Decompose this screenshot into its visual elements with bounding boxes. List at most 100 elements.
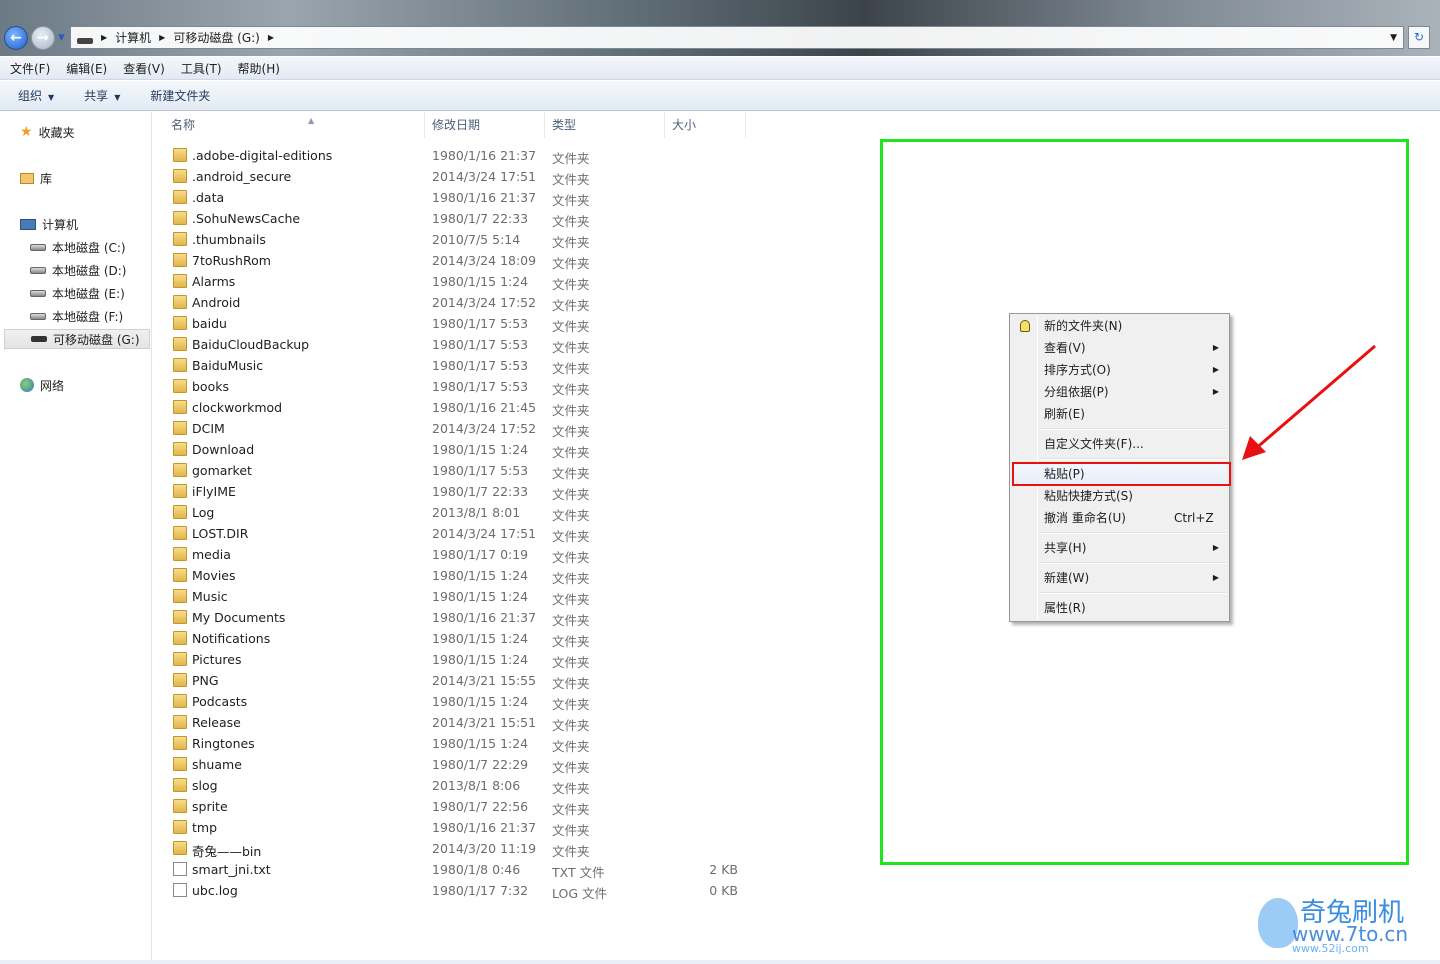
share-button[interactable]: 共享 ▼ — [84, 87, 120, 104]
back-button[interactable]: ← — [4, 26, 28, 50]
file-name: clockworkmod — [192, 400, 283, 415]
file-row[interactable]: 奇兔——bin 2014/3/20 11:19 文件夹 — [170, 838, 750, 859]
column-header-size[interactable]: 大小 — [672, 112, 746, 138]
file-row[interactable]: slog 2013/8/1 8:06 文件夹 — [170, 775, 750, 796]
file-row[interactable]: books 1980/1/17 5:53 文件夹 — [170, 376, 750, 397]
file-row[interactable]: PNG 2014/3/21 15:55 文件夹 — [170, 670, 750, 691]
file-type: 文件夹 — [552, 193, 590, 208]
file-row[interactable]: Android 2014/3/24 17:52 文件夹 — [170, 292, 750, 313]
organize-label: 组织 — [18, 89, 43, 103]
history-dropdown-icon[interactable]: ▼ — [58, 33, 65, 43]
file-row[interactable]: BaiduCloudBackup 1980/1/17 5:53 文件夹 — [170, 334, 750, 355]
folder-icon — [173, 715, 187, 729]
file-row[interactable]: clockworkmod 1980/1/16 21:45 文件夹 — [170, 397, 750, 418]
context-menu-item[interactable]: 粘贴快捷方式(S) — [1012, 485, 1227, 507]
file-row[interactable]: Release 2014/3/21 15:51 文件夹 — [170, 712, 750, 733]
sidebar-item-drive-g[interactable]: 可移动磁盘 (G:) — [4, 329, 150, 349]
file-type: 文件夹 — [552, 802, 590, 817]
file-type: 文件夹 — [552, 529, 590, 544]
file-row[interactable]: Pictures 1980/1/15 1:24 文件夹 — [170, 649, 750, 670]
menu-separator — [1040, 562, 1226, 564]
file-row[interactable]: Ringtones 1980/1/15 1:24 文件夹 — [170, 733, 750, 754]
file-row[interactable]: .data 1980/1/16 21:37 文件夹 — [170, 187, 750, 208]
address-dropdown-icon[interactable]: ▼ — [1390, 33, 1397, 43]
file-type: 文件夹 — [552, 382, 590, 397]
file-row[interactable]: My Documents 1980/1/16 21:37 文件夹 — [170, 607, 750, 628]
file-row[interactable]: Alarms 1980/1/15 1:24 文件夹 — [170, 271, 750, 292]
menu-item-label: 查看(V) — [1044, 341, 1086, 355]
sidebar-label: 本地磁盘 (E:) — [52, 286, 125, 301]
breadcrumb-drive-g[interactable]: 可移动磁盘 (G:) — [173, 29, 260, 46]
file-type: 文件夹 — [552, 298, 590, 313]
context-menu-item[interactable]: 新建(W) ▶ — [1012, 567, 1227, 589]
file-date: 1980/1/17 0:19 — [432, 547, 529, 562]
file-row[interactable]: media 1980/1/17 0:19 文件夹 — [170, 544, 750, 565]
file-row[interactable]: sprite 1980/1/7 22:56 文件夹 — [170, 796, 750, 817]
context-menu-item[interactable]: 共享(H) ▶ — [1012, 537, 1227, 559]
sidebar-item-network[interactable]: 网络 — [20, 375, 170, 395]
file-row[interactable]: Notifications 1980/1/15 1:24 文件夹 — [170, 628, 750, 649]
column-header-date[interactable]: 修改日期 — [432, 112, 545, 138]
file-row[interactable]: ubc.log 1980/1/17 7:32 LOG 文件 0 KB — [170, 880, 750, 901]
chevron-right-icon[interactable]: ▶ — [101, 33, 107, 42]
context-menu-item[interactable]: 自定义文件夹(F)... — [1012, 433, 1227, 455]
context-menu-item[interactable]: 查看(V) ▶ — [1012, 337, 1227, 359]
folder-icon — [173, 673, 187, 687]
breadcrumb-computer[interactable]: 计算机 — [115, 29, 151, 46]
file-row[interactable]: shuame 1980/1/7 22:29 文件夹 — [170, 754, 750, 775]
file-row[interactable]: Log 2013/8/1 8:01 文件夹 — [170, 502, 750, 523]
file-row[interactable]: .thumbnails 2010/7/5 5:14 文件夹 — [170, 229, 750, 250]
context-menu-item[interactable]: 撤消 重命名(U) Ctrl+Z — [1012, 507, 1227, 529]
context-menu-item[interactable]: 刷新(E) — [1012, 403, 1227, 425]
file-row[interactable]: tmp 1980/1/16 21:37 文件夹 — [170, 817, 750, 838]
organize-button[interactable]: 组织 ▼ — [18, 87, 54, 104]
menu-edit[interactable]: 编辑(E) — [66, 60, 107, 77]
menu-tools[interactable]: 工具(T) — [181, 60, 222, 77]
context-menu-item[interactable]: 分组依据(P) ▶ — [1012, 381, 1227, 403]
forward-button[interactable]: → — [31, 26, 55, 50]
sidebar-item-favorites[interactable]: ★ 收藏夹 — [20, 122, 170, 142]
file-row[interactable]: 7toRushRom 2014/3/24 18:09 文件夹 — [170, 250, 750, 271]
chevron-right-icon[interactable]: ▶ — [159, 33, 165, 42]
file-row[interactable]: baidu 1980/1/17 5:53 文件夹 — [170, 313, 750, 334]
file-row[interactable]: BaiduMusic 1980/1/17 5:53 文件夹 — [170, 355, 750, 376]
sidebar-label: 本地磁盘 (F:) — [52, 309, 124, 324]
folder-icon — [173, 253, 187, 267]
refresh-button[interactable]: ↻ — [1408, 26, 1430, 49]
file-row[interactable]: .android_secure 2014/3/24 17:51 文件夹 — [170, 166, 750, 187]
folder-icon — [173, 820, 187, 834]
file-row[interactable]: .SohuNewsCache 1980/1/7 22:33 文件夹 — [170, 208, 750, 229]
file-row[interactable]: Download 1980/1/15 1:24 文件夹 — [170, 439, 750, 460]
context-menu-item[interactable]: 属性(R) — [1012, 597, 1227, 619]
folder-icon — [173, 484, 187, 498]
menu-bar: 文件(F) 编辑(E) 查看(V) 工具(T) 帮助(H) — [0, 57, 1440, 80]
file-row[interactable]: Music 1980/1/15 1:24 文件夹 — [170, 586, 750, 607]
file-row[interactable]: smart_jni.txt 1980/1/8 0:46 TXT 文件 2 KB — [170, 859, 750, 880]
address-bar[interactable]: ▶ 计算机 ▶ 可移动磁盘 (G:) ▶ ▼ — [70, 26, 1404, 49]
column-header-type[interactable]: 类型 — [552, 112, 665, 138]
submenu-arrow-icon: ▶ — [1212, 543, 1219, 552]
file-row[interactable]: .adobe-digital-editions 1980/1/16 21:37 文件… — [170, 145, 750, 166]
menu-file[interactable]: 文件(F) — [10, 60, 50, 77]
file-row[interactable]: DCIM 2014/3/24 17:52 文件夹 — [170, 418, 750, 439]
menu-help[interactable]: 帮助(H) — [238, 60, 280, 77]
chevron-right-icon[interactable]: ▶ — [268, 33, 274, 42]
file-name: Music — [192, 589, 228, 604]
file-row[interactable]: gomarket 1980/1/17 5:53 文件夹 — [170, 460, 750, 481]
context-menu-item[interactable]: 排序方式(O) ▶ — [1012, 359, 1227, 381]
context-menu-item[interactable]: 新的文件夹(N) — [1012, 315, 1227, 337]
column-label: 名称 — [171, 118, 196, 132]
file-date: 1980/1/15 1:24 — [432, 652, 529, 667]
file-date: 1980/1/17 5:53 — [432, 379, 529, 394]
sidebar-item-libraries[interactable]: 库 — [20, 168, 170, 188]
file-date: 1980/1/16 21:37 — [432, 610, 537, 625]
file-row[interactable]: Podcasts 1980/1/15 1:24 文件夹 — [170, 691, 750, 712]
sidebar-item-computer[interactable]: 计算机 — [20, 214, 170, 234]
file-row[interactable]: LOST.DIR 2014/3/24 17:51 文件夹 — [170, 523, 750, 544]
new-folder-button[interactable]: 新建文件夹 — [150, 87, 210, 104]
menu-view[interactable]: 查看(V) — [123, 60, 165, 77]
column-header-name[interactable]: 名称 ▲ — [171, 112, 425, 138]
menu-item-shortcut: Ctrl+Z — [1174, 511, 1214, 525]
file-row[interactable]: Movies 1980/1/15 1:24 文件夹 — [170, 565, 750, 586]
file-row[interactable]: iFlyIME 1980/1/7 22:33 文件夹 — [170, 481, 750, 502]
